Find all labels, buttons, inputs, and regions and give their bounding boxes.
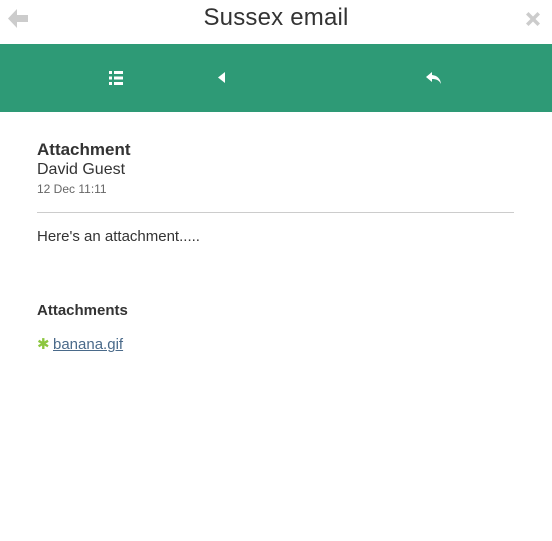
title-bar: Sussex email [0,0,552,44]
toolbar [0,44,552,112]
reply-button[interactable] [422,66,446,90]
reply-icon [426,72,441,84]
message-list-button[interactable] [104,66,128,90]
app-title: Sussex email [203,4,349,31]
message-body: Here's an attachment..... [37,228,200,245]
asterisk-bullet-icon: ✱ [37,336,50,353]
message-view: Attachment David Guest 12 Dec 11:11 Here… [0,112,552,355]
attachments-heading: Attachments [37,302,128,319]
close-icon [526,12,540,26]
message-date: 12 Dec 11:11 [37,182,107,196]
close-button[interactable] [522,8,544,30]
attachment-link[interactable]: banana.gif [53,335,123,355]
triangle-left-icon [218,72,225,83]
divider [37,212,514,213]
previous-button[interactable] [210,66,234,90]
message-subject: Attachment [37,140,131,159]
message-sender: David Guest [37,161,126,178]
list-icon [109,71,123,85]
attachment-item: ✱ banana.gif [37,335,515,355]
